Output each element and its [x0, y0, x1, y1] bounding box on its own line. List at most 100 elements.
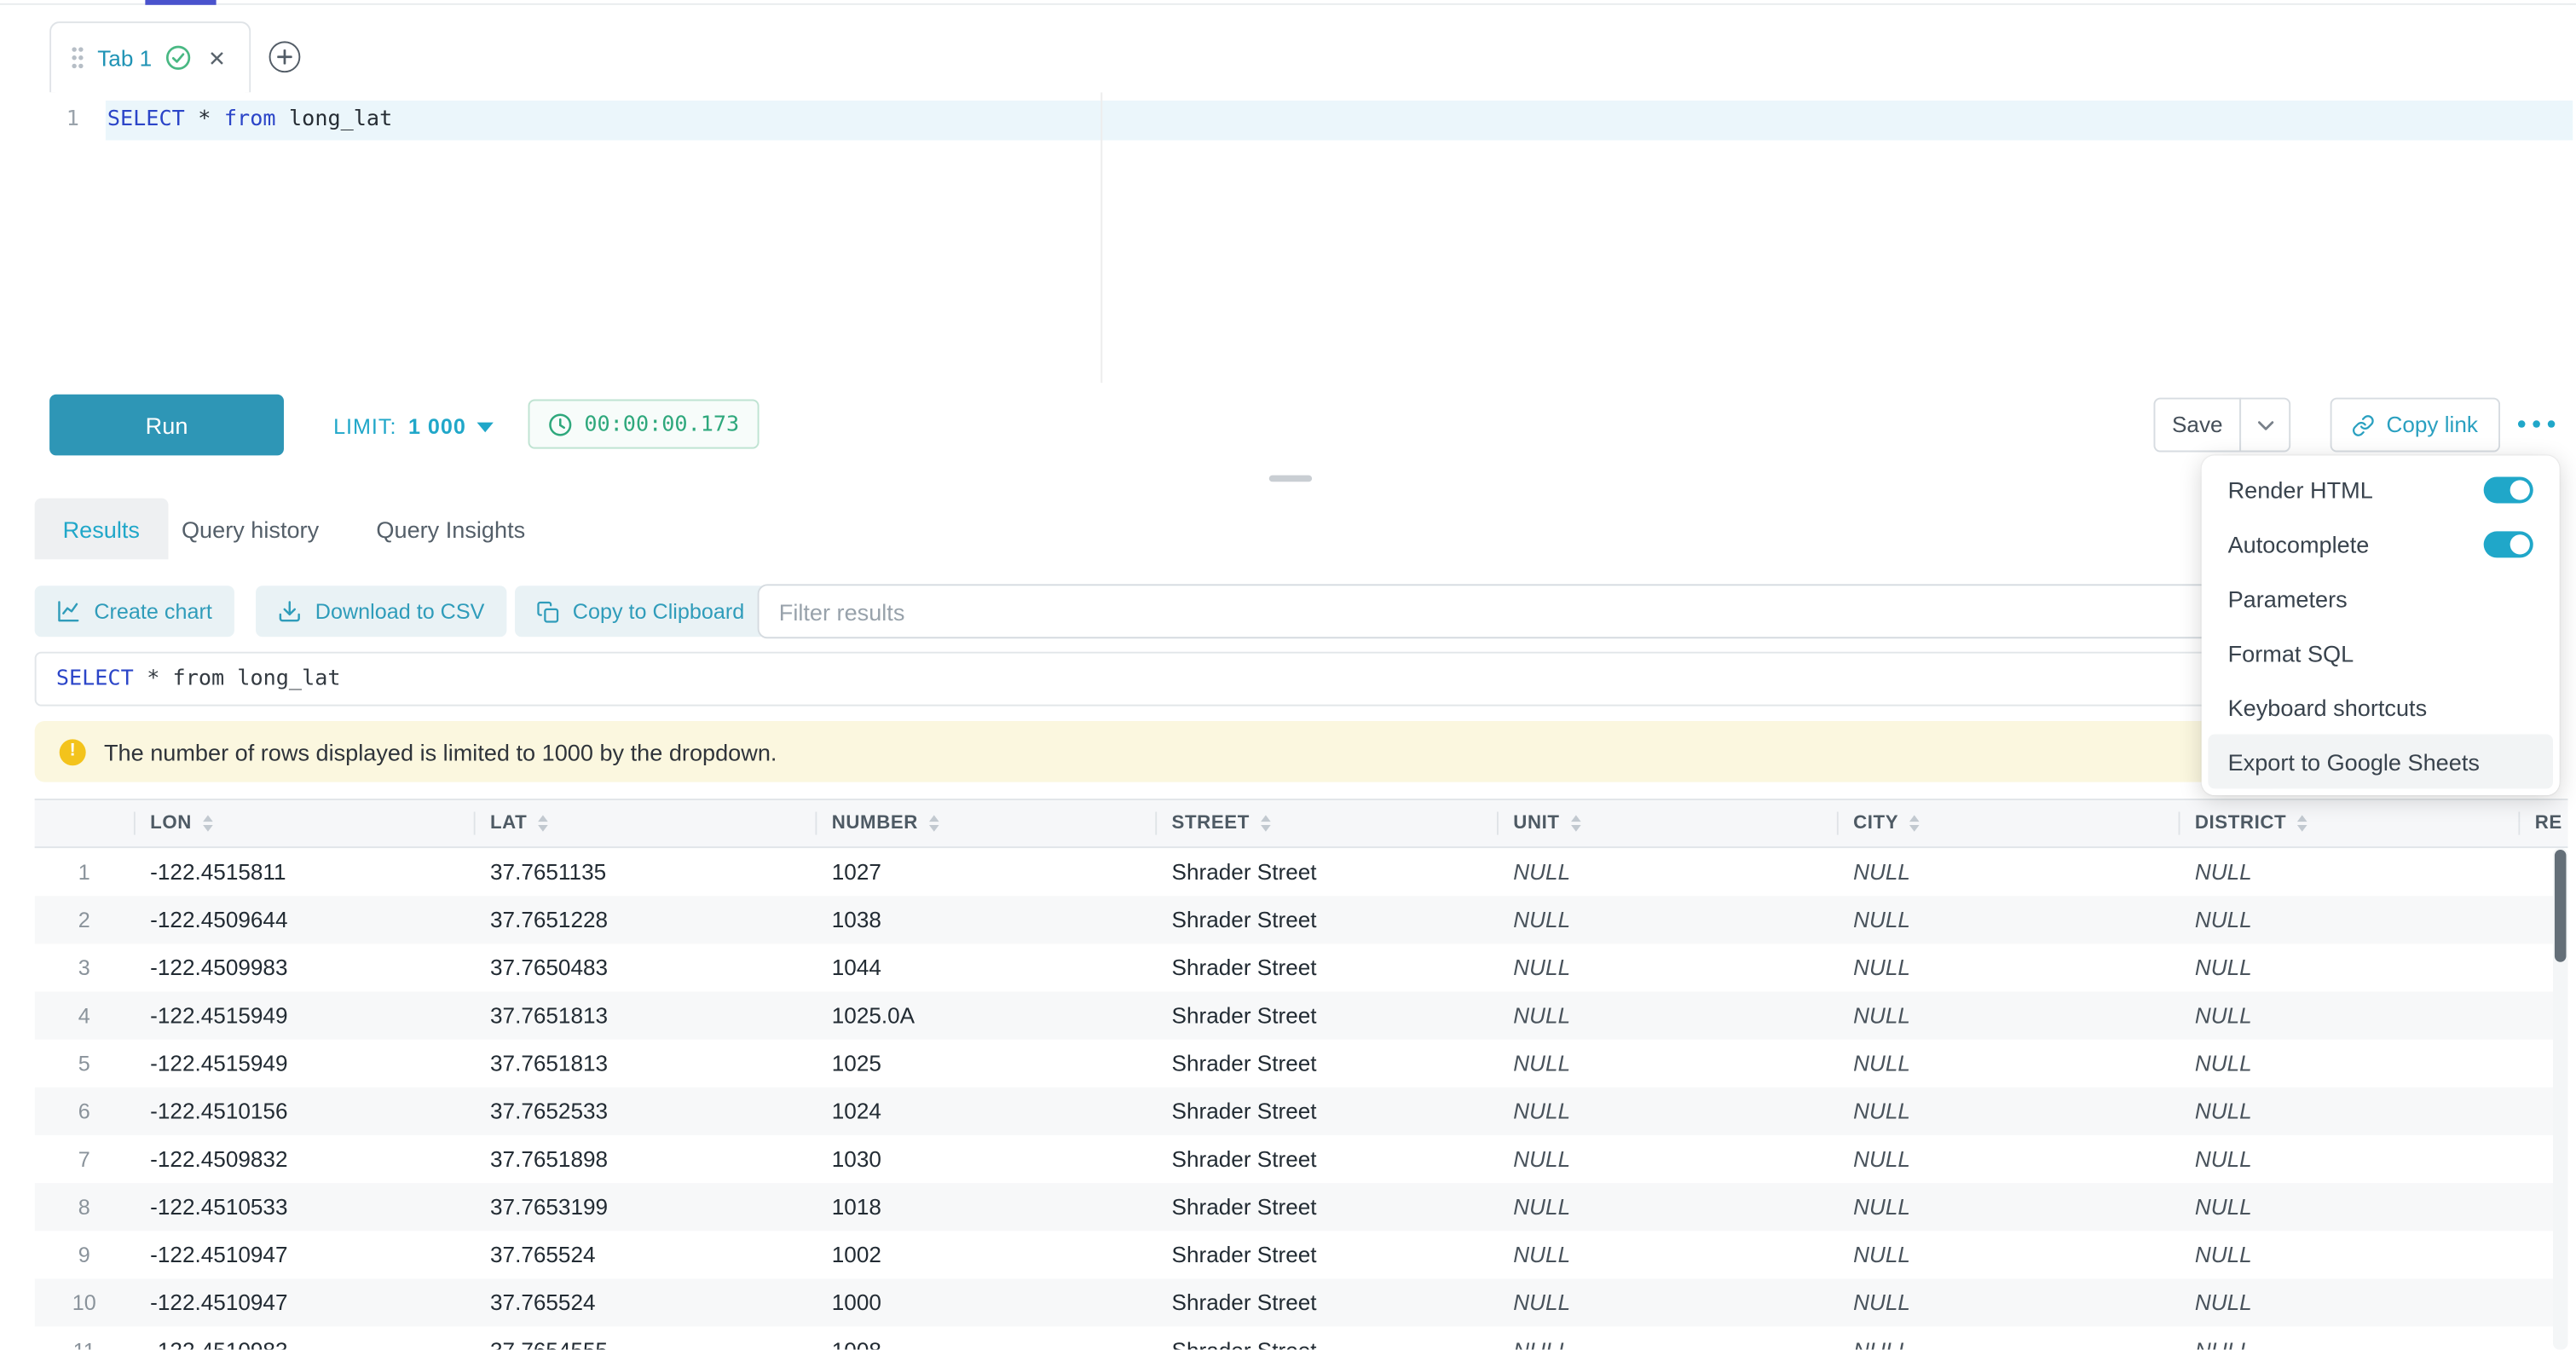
sort-icon[interactable] — [539, 815, 549, 831]
cell: NULL — [1497, 908, 1837, 932]
tab-title: Tab 1 — [97, 45, 152, 70]
sort-icon[interactable] — [930, 815, 940, 831]
cell: -122.4510983 — [134, 1338, 474, 1350]
menu-item-format-sql[interactable]: Format SQL — [2208, 626, 2553, 680]
menu-item-autocomplete[interactable]: Autocomplete — [2208, 516, 2553, 571]
editor-tab[interactable]: Tab 1 ✕ — [49, 21, 251, 92]
cell: NULL — [1497, 1243, 1837, 1267]
cell: Shrader Street — [1155, 1147, 1497, 1172]
tab-query-insights[interactable]: Query Insights — [376, 499, 525, 560]
cell: 1018 — [815, 1195, 1155, 1220]
print-margin-guide — [1100, 92, 1102, 383]
limit-value: 1 000 — [408, 413, 466, 438]
copy-link-label: Copy link — [2386, 412, 2478, 437]
sort-icon[interactable] — [2298, 815, 2308, 831]
limit-dropdown[interactable]: LIMIT: 1 000 — [333, 409, 494, 442]
menu-item-label: Format SQL — [2228, 639, 2354, 666]
add-tab-button[interactable] — [269, 41, 301, 72]
run-button[interactable]: Run — [49, 395, 284, 456]
warning-text: The number of rows displayed is limited … — [104, 738, 777, 764]
column-label: LON — [150, 813, 192, 833]
tab-results[interactable]: Results — [35, 499, 168, 560]
save-button[interactable]: Save — [2153, 398, 2241, 453]
editor-options-menu: Render HTML Autocomplete Parameters Form… — [2202, 455, 2560, 795]
download-csv-button[interactable]: Download to CSV — [256, 586, 506, 637]
cell: 37.7651135 — [474, 860, 816, 885]
sql-editor[interactable]: 1 SELECT*fromlong_lat — [0, 92, 2576, 383]
cell: NULL — [1837, 1290, 2179, 1315]
sql-operator: * — [198, 107, 211, 132]
cell: NULL — [2179, 1051, 2519, 1076]
table-row: 11-122.451098337.76545551008Shrader Stre… — [35, 1327, 2568, 1350]
column-label: UNIT — [1513, 813, 1559, 833]
cell: NULL — [2179, 1290, 2519, 1315]
column-header-street: STREET — [1155, 800, 1497, 846]
vertical-scrollbar[interactable] — [2553, 848, 2567, 1350]
sql-keyword: SELECT — [107, 107, 185, 132]
column-header-unit: UNIT — [1497, 800, 1837, 846]
close-icon[interactable]: ✕ — [205, 43, 229, 72]
cell: Shrader Street — [1155, 1195, 1497, 1220]
drag-handle-icon[interactable] — [71, 46, 84, 69]
table-row: 9-122.451094737.7655241002Shrader Street… — [35, 1231, 2568, 1278]
create-chart-button[interactable]: Create chart — [35, 586, 234, 637]
cell: 37.7651813 — [474, 1003, 816, 1028]
pane-resize-handle[interactable] — [1269, 476, 1312, 482]
menu-item-render-html[interactable]: Render HTML — [2208, 462, 2553, 516]
row-index: 9 — [35, 1243, 134, 1267]
sql-keyword: from — [224, 107, 276, 132]
render-html-toggle[interactable] — [2484, 476, 2533, 503]
cell: -122.4510533 — [134, 1195, 474, 1220]
cell: NULL — [1837, 908, 2179, 932]
row-limit-warning: ! The number of rows displayed is limite… — [35, 721, 2551, 782]
table-row: 8-122.451053337.76531991018Shrader Stree… — [35, 1183, 2568, 1231]
cell: NULL — [1837, 1338, 2179, 1350]
sort-icon[interactable] — [1910, 815, 1920, 831]
cell: 37.7651813 — [474, 1051, 816, 1076]
table-row: 1-122.451581137.76511351027Shrader Stree… — [35, 848, 2568, 896]
scrollbar-thumb[interactable] — [2555, 850, 2567, 962]
cell: Shrader Street — [1155, 1051, 1497, 1076]
cell: NULL — [2179, 908, 2519, 932]
row-index: 4 — [35, 1003, 134, 1028]
cell: 37.765524 — [474, 1290, 816, 1315]
row-index: 3 — [35, 955, 134, 980]
copy-link-button[interactable]: Copy link — [2331, 398, 2500, 453]
column-label: LAT — [490, 813, 527, 833]
sort-icon[interactable] — [1261, 815, 1271, 831]
cell: 1044 — [815, 955, 1155, 980]
ellipsis-icon — [2516, 419, 2556, 430]
table-row: 6-122.451015637.76525331024Shrader Stree… — [35, 1088, 2568, 1135]
cell: NULL — [1837, 1003, 2179, 1028]
column-header-lon: LON — [134, 800, 474, 846]
menu-item-keyboard-shortcuts[interactable]: Keyboard shortcuts — [2208, 680, 2553, 735]
cell: NULL — [1837, 1243, 2179, 1267]
cell: Shrader Street — [1155, 1003, 1497, 1028]
tab-query-history[interactable]: Query history — [182, 499, 319, 560]
sort-icon[interactable] — [1571, 815, 1581, 831]
top-hairline — [0, 3, 2576, 5]
copy-to-clipboard-button[interactable]: Copy to Clipboard — [515, 586, 765, 637]
menu-item-export-google-sheets[interactable]: Export to Google Sheets — [2208, 735, 2553, 789]
menu-item-parameters[interactable]: Parameters — [2208, 571, 2553, 626]
table-row: 10-122.451094737.7655241000Shrader Stree… — [35, 1278, 2568, 1326]
cell: -122.4509983 — [134, 955, 474, 980]
sort-icon[interactable] — [203, 815, 213, 831]
cell: NULL — [1837, 1051, 2179, 1076]
save-options-button[interactable] — [2239, 398, 2290, 453]
cell: Shrader Street — [1155, 1338, 1497, 1350]
cell: NULL — [2179, 1099, 2519, 1123]
cell: Shrader Street — [1155, 955, 1497, 980]
cell: NULL — [1497, 1290, 1837, 1315]
sql-identifier: long_lat — [289, 107, 392, 132]
autocomplete-toggle[interactable] — [2484, 530, 2533, 557]
column-label: DISTRICT — [2195, 813, 2286, 833]
cell: -122.4515949 — [134, 1003, 474, 1028]
more-options-button[interactable] — [2512, 407, 2562, 441]
cell: NULL — [1837, 860, 2179, 885]
column-header-lat: LAT — [474, 800, 816, 846]
cell: NULL — [2179, 955, 2519, 980]
chevron-down-icon — [2256, 420, 2273, 430]
active-line-highlight — [106, 101, 2573, 140]
copy-icon — [536, 600, 559, 623]
